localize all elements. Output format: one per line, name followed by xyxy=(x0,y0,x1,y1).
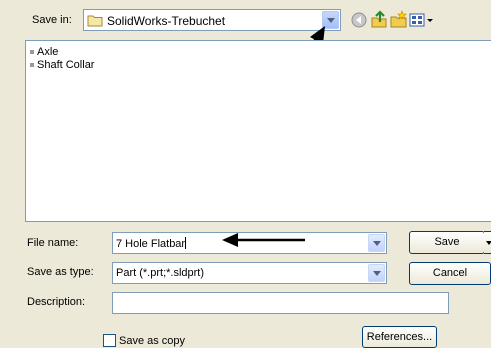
folder-icon xyxy=(87,14,103,30)
save-as-type-select[interactable]: Part (*.prt;*.sldprt) xyxy=(112,262,387,284)
part-file-icon xyxy=(30,50,34,54)
part-file-icon xyxy=(30,63,34,67)
save-in-folder-name: SolidWorks-Trebuchet xyxy=(107,14,226,28)
save-as-copy-label: Save as copy xyxy=(119,335,186,347)
annotation-arrow-icon xyxy=(222,233,305,247)
file-list[interactable]: Axle Shaft Collar xyxy=(25,40,491,222)
save-as-type-label: Save as type: xyxy=(27,266,94,278)
description-input[interactable] xyxy=(112,292,449,314)
file-name: Shaft Collar xyxy=(37,59,95,71)
file-name: Axle xyxy=(37,46,59,58)
file-name-dropdown-button[interactable] xyxy=(368,234,385,252)
text-cursor xyxy=(185,237,187,249)
back-icon[interactable] xyxy=(349,10,369,30)
list-item[interactable]: Shaft Collar xyxy=(30,59,94,71)
description-label: Description: xyxy=(27,296,86,308)
up-folder-icon[interactable] xyxy=(369,10,389,30)
references-button[interactable]: References... xyxy=(362,326,437,348)
views-menu-icon[interactable] xyxy=(408,10,436,30)
save-as-copy-checkbox[interactable] xyxy=(103,334,116,347)
file-name-label: File name: xyxy=(27,237,79,249)
save-in-label: Save in: xyxy=(32,14,72,26)
save-as-type-value: Part (*.prt;*.sldprt) xyxy=(116,267,205,279)
save-button[interactable]: Save xyxy=(409,231,485,254)
save-options-dropdown-button[interactable] xyxy=(484,231,491,254)
list-item[interactable]: Axle xyxy=(30,46,58,58)
cancel-button[interactable]: Cancel xyxy=(409,262,491,285)
new-folder-icon[interactable] xyxy=(389,10,409,30)
save-as-type-dropdown-button[interactable] xyxy=(368,264,385,282)
file-name-value: 7 Hole Flatbar xyxy=(116,238,186,250)
